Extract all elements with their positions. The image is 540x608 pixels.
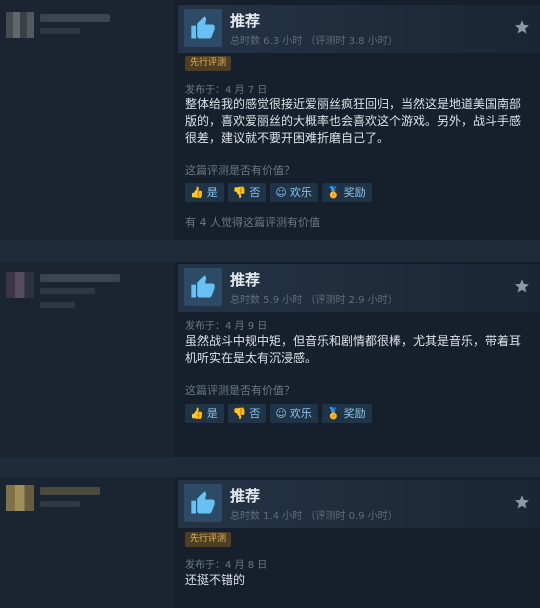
vote-yes-label: 是 [206,186,218,199]
review-body: 虽然战斗中规中矩，但音乐和剧情都很棒，尤其是音乐，带着耳机听实在是太有沉浸感。 [185,334,522,365]
thumbs-up-icon [184,484,222,522]
reviewer-stats-blurred [40,288,95,294]
posted-date: 发布于：4 月 8 日 [185,560,268,571]
reviewer-info-2 [0,262,175,457]
smiley-icon: ☺ [275,407,287,420]
vote-yes-label: 是 [206,407,218,420]
vote-yes-button[interactable]: 👍 是 [185,404,224,423]
thumbs-down-icon: 👎 [232,186,247,199]
reviewer-stats-blurred [40,501,80,507]
thumbs-up-icon: 👍 [190,407,204,420]
thumbs-up-icon: 👍 [190,186,204,199]
posted-date: 发布于：4 月 7 日 [185,85,268,96]
helpful-question: 这篇评测是否有价值？ [185,164,295,177]
review-body: 还挺不错的 [185,573,246,587]
award-icon: 🏅 [326,407,341,420]
star-icon[interactable] [514,494,530,510]
award-button[interactable]: 🏅 奖励 [321,404,372,423]
review-card-1: 推荐 总时数 6.3 小时 （评测时 3.8 小时） 先行评测 发布于：4 月 … [0,0,540,240]
vote-no-label: 否 [249,407,261,420]
vote-funny-label: 欢乐 [289,186,312,199]
review-header-3[interactable]: 推荐 总时数 1.4 小时 （评测时 0.9 小时） [178,480,540,528]
review-body: 整体给我的感觉很接近爱丽丝疯狂回归，当然这是地道美国南部版的，喜欢爱丽丝的大概率… [185,97,522,145]
review-card-3: 推荐 总时数 1.4 小时 （评测时 0.9 小时） 先行评测 发布于：4 月 … [0,477,540,608]
review-verdict: 推荐 [230,271,261,289]
early-access-tag: 先行评测 [185,56,232,71]
vote-funny-button[interactable]: ☺ 欢乐 [270,404,318,423]
vote-funny-button[interactable]: ☺ 欢乐 [270,183,318,202]
reviewer-stats-blurred [40,28,80,34]
award-label: 奖励 [343,407,366,420]
avatar[interactable] [6,485,34,511]
reviewer-name-blurred[interactable] [40,14,110,22]
review-verdict: 推荐 [230,12,261,30]
review-header-2[interactable]: 推荐 总时数 5.9 小时 （评测时 2.9 小时） [178,264,540,312]
reviewer-name-blurred[interactable] [40,487,100,495]
award-label: 奖励 [343,186,366,199]
reviewer-name-blurred[interactable] [40,274,120,282]
early-access-tag: 先行评测 [185,532,232,547]
vote-no-label: 否 [249,186,261,199]
reviewer-stats-blurred [40,302,75,308]
vote-buttons: 👍 是 👎 否 ☺ 欢乐 🏅 奖励 [185,404,372,423]
review-header-1[interactable]: 推荐 总时数 6.3 小时 （评测时 3.8 小时） [178,5,540,53]
thumbs-up-icon [184,9,222,47]
award-button[interactable]: 🏅 奖励 [321,183,372,202]
review-hours: 总时数 6.3 小时 （评测时 3.8 小时） [230,36,398,47]
review-separator [0,240,540,262]
review-hours: 总时数 5.9 小时 （评测时 2.9 小时） [230,295,398,306]
posted-date: 发布于：4 月 9 日 [185,321,268,332]
reviewer-info-3 [0,477,175,608]
star-icon[interactable] [514,19,530,35]
review-hours: 总时数 1.4 小时 （评测时 0.9 小时） [230,511,398,522]
found-helpful-count: 有 4 人觉得这篇评测有价值 [185,216,320,229]
award-icon: 🏅 [326,186,341,199]
helpful-question: 这篇评测是否有价值？ [185,384,295,397]
vote-yes-button[interactable]: 👍 是 [185,183,224,202]
review-card-2: 推荐 总时数 5.9 小时 （评测时 2.9 小时） 发布于：4 月 9 日 虽… [0,262,540,457]
thumbs-down-icon: 👎 [232,407,247,420]
review-verdict: 推荐 [230,487,261,505]
vote-no-button[interactable]: 👎 否 [227,404,267,423]
vote-funny-label: 欢乐 [289,407,312,420]
vote-no-button[interactable]: 👎 否 [227,183,267,202]
star-icon[interactable] [514,278,530,294]
vote-buttons: 👍 是 👎 否 ☺ 欢乐 🏅 奖励 [185,183,372,202]
reviewer-info-1 [0,0,175,240]
avatar[interactable] [6,12,34,38]
smiley-icon: ☺ [275,186,287,199]
review-separator [0,457,540,477]
thumbs-up-icon [184,268,222,306]
avatar[interactable] [6,272,34,298]
